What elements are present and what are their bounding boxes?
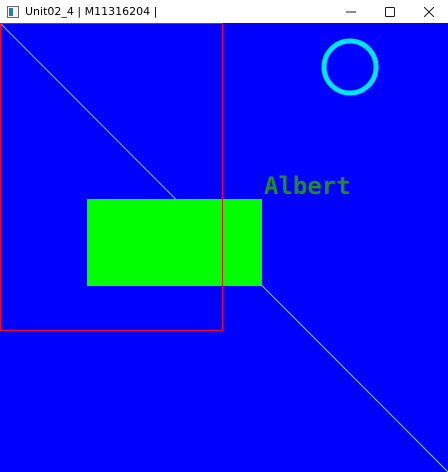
minimize-button[interactable] xyxy=(331,0,370,23)
minimize-icon xyxy=(345,11,356,12)
close-icon xyxy=(423,6,434,17)
close-button[interactable] xyxy=(409,0,448,23)
window-app-icon[interactable] xyxy=(7,5,19,18)
title-bar[interactable]: Unit02_4 | M11316204 | xyxy=(0,0,448,23)
maximize-button[interactable] xyxy=(370,0,409,23)
outline-circle xyxy=(321,38,379,96)
filled-rectangle xyxy=(87,199,262,286)
window-title: Unit02_4 | M11316204 | xyxy=(25,5,158,18)
scene-graphics xyxy=(0,23,448,472)
maximize-icon xyxy=(384,6,395,17)
drawing-canvas[interactable]: Albert xyxy=(0,23,448,472)
albert-label: Albert xyxy=(264,172,351,200)
window-controls xyxy=(331,0,448,23)
app-window: Unit02_4 | M11316204 | Albert xyxy=(0,0,448,472)
